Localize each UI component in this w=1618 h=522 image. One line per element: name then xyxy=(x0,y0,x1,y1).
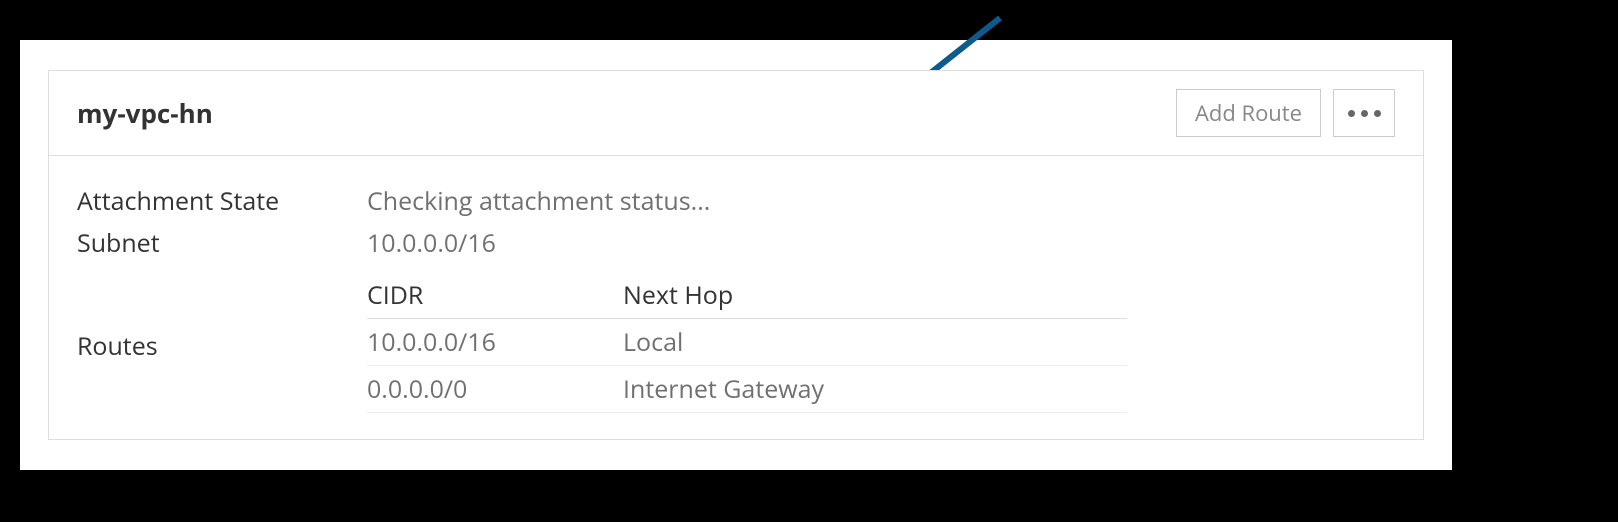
card-body: Attachment State Checking attachment sta… xyxy=(49,156,1423,441)
next-hop-cell: Internet Gateway xyxy=(623,372,1127,406)
vpc-name: my-vpc-hn xyxy=(77,95,213,131)
cidr-cell: 10.0.0.0/16 xyxy=(367,325,623,359)
attachment-state-value: Checking attachment status... xyxy=(367,184,1395,218)
attachment-state-label: Attachment State xyxy=(77,184,367,218)
add-route-button[interactable]: Add Route xyxy=(1176,89,1321,137)
table-row: 0.0.0.0/0 Internet Gateway xyxy=(367,366,1127,413)
card-header: my-vpc-hn Add Route xyxy=(49,71,1423,156)
more-icon xyxy=(1348,110,1381,117)
table-row: 10.0.0.0/16 Local xyxy=(367,319,1127,366)
subnet-label: Subnet xyxy=(77,226,367,260)
info-grid: Attachment State Checking attachment sta… xyxy=(77,184,1395,260)
routes-label: Routes xyxy=(77,329,367,363)
col-next-hop: Next Hop xyxy=(623,278,1127,312)
subnet-value: 10.0.0.0/16 xyxy=(367,226,1395,260)
routes-table-header: CIDR Next Hop xyxy=(367,278,1127,319)
header-actions: Add Route xyxy=(1176,89,1395,137)
more-menu-button[interactable] xyxy=(1333,89,1395,137)
next-hop-cell: Local xyxy=(623,325,1127,359)
vpc-detail-panel: my-vpc-hn Add Route Attachment State Che… xyxy=(20,40,1452,470)
vpc-card: my-vpc-hn Add Route Attachment State Che… xyxy=(48,70,1424,440)
col-cidr: CIDR xyxy=(367,278,623,312)
routes-table: CIDR Next Hop 10.0.0.0/16 Local 0.0.0.0/… xyxy=(367,278,1127,413)
cidr-cell: 0.0.0.0/0 xyxy=(367,372,623,406)
routes-section: Routes CIDR Next Hop 10.0.0.0/16 Local 0… xyxy=(77,278,1395,413)
